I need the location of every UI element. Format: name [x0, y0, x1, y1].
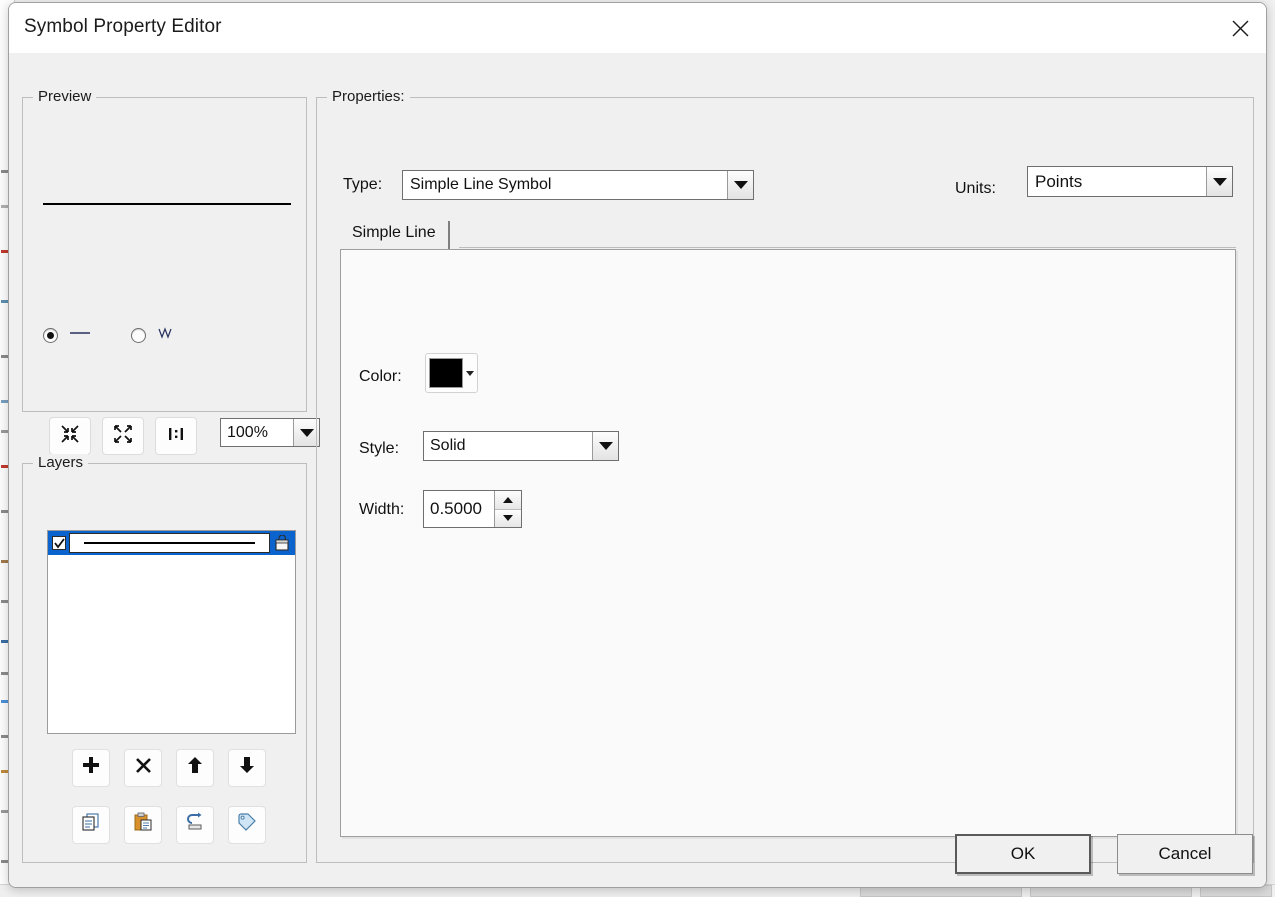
radio-indicator-straight	[43, 327, 58, 343]
radio-zigzag-line[interactable]	[131, 326, 179, 345]
chevron-down-icon	[1206, 167, 1232, 196]
symbol-preview-line	[43, 203, 291, 205]
tab-strip-filler	[459, 247, 1236, 248]
lock-icon[interactable]	[272, 533, 292, 553]
layer-symbol-preview	[69, 533, 270, 553]
straight-line-icon	[69, 326, 91, 344]
zoom-in-icon	[60, 424, 80, 449]
property-tabs: Simple Line	[340, 221, 1236, 249]
close-x-icon	[135, 757, 152, 780]
symbol-property-editor-dialog: Symbol Property Editor Preview 100% Laye…	[8, 2, 1267, 888]
properties-group-label: Properties:	[327, 88, 410, 105]
zoom-in-button[interactable]	[49, 417, 91, 455]
width-decrement-button[interactable]	[495, 509, 521, 527]
dialog-body: Preview 100% Layers Properties: Type: Si…	[9, 53, 1266, 887]
line-style-select[interactable]: Solid	[423, 431, 619, 461]
units-label: Units:	[955, 180, 996, 197]
paste-layer-button[interactable]	[124, 806, 162, 844]
tab-simple-line[interactable]: Simple Line	[340, 221, 450, 249]
dialog-title: Symbol Property Editor	[24, 16, 222, 37]
symbol-type-value: Simple Line Symbol	[410, 176, 552, 193]
type-label: Type:	[343, 176, 383, 193]
width-spin-buttons	[494, 491, 521, 527]
zigzag-line-icon	[157, 326, 179, 345]
one-to-one-icon	[166, 427, 186, 446]
preview-group-label: Preview	[33, 88, 97, 105]
tag-layer-button[interactable]	[228, 806, 266, 844]
color-label: Color:	[359, 368, 402, 385]
layers-group: Layers	[22, 454, 307, 863]
width-label: Width:	[359, 501, 405, 518]
symbol-type-select[interactable]: Simple Line Symbol	[402, 170, 754, 200]
radio-indicator-zigzag	[131, 328, 146, 343]
zoom-out-icon	[113, 424, 133, 449]
chevron-down-icon	[463, 370, 477, 376]
cancel-button[interactable]: Cancel	[1117, 834, 1253, 874]
width-stepper[interactable]: 0.5000	[423, 490, 522, 528]
close-icon[interactable]	[1214, 3, 1266, 53]
move-layer-down-button[interactable]	[228, 749, 266, 787]
swap-icon	[185, 812, 205, 838]
layers-list[interactable]	[47, 530, 296, 734]
chevron-down-icon	[727, 171, 753, 199]
actual-size-button[interactable]	[155, 417, 197, 455]
arrow-up-icon	[187, 756, 203, 780]
paste-icon	[133, 812, 153, 838]
plus-icon	[82, 756, 100, 780]
zoom-level-select[interactable]: 100%	[220, 418, 320, 447]
properties-group: Properties: Type: Simple Line Symbol Uni…	[316, 88, 1254, 863]
width-input[interactable]: 0.5000	[424, 491, 494, 527]
zoom-out-button[interactable]	[102, 417, 144, 455]
ok-button[interactable]: OK	[955, 834, 1091, 874]
dialog-titlebar: Symbol Property Editor	[9, 3, 1266, 53]
tag-icon	[237, 812, 257, 838]
width-increment-button[interactable]	[495, 491, 521, 510]
radio-straight-line[interactable]	[43, 326, 91, 344]
chevron-down-icon	[592, 432, 618, 460]
arrow-down-icon	[239, 756, 255, 780]
preview-group: Preview 100%	[22, 88, 320, 455]
units-value: Points	[1035, 171, 1083, 191]
add-layer-button[interactable]	[72, 749, 110, 787]
preview-mode-radio-group	[43, 326, 293, 352]
units-select[interactable]: Points	[1027, 166, 1233, 197]
delete-layer-button[interactable]	[124, 749, 162, 787]
zoom-level-value: 100%	[227, 423, 268, 441]
copy-layer-button[interactable]	[72, 806, 110, 844]
move-layer-up-button[interactable]	[176, 749, 214, 787]
layers-group-label: Layers	[33, 454, 89, 471]
copy-icon	[81, 812, 101, 838]
layer-visibility-checkbox[interactable]	[52, 536, 66, 550]
list-item[interactable]	[48, 531, 295, 555]
line-style-value: Solid	[430, 437, 466, 454]
swap-layer-button[interactable]	[176, 806, 214, 844]
style-label: Style:	[359, 440, 400, 457]
simple-line-panel: Color: Style: Solid Width: 0.5000	[340, 249, 1236, 837]
color-swatch	[429, 358, 463, 388]
color-picker-button[interactable]	[425, 353, 478, 393]
